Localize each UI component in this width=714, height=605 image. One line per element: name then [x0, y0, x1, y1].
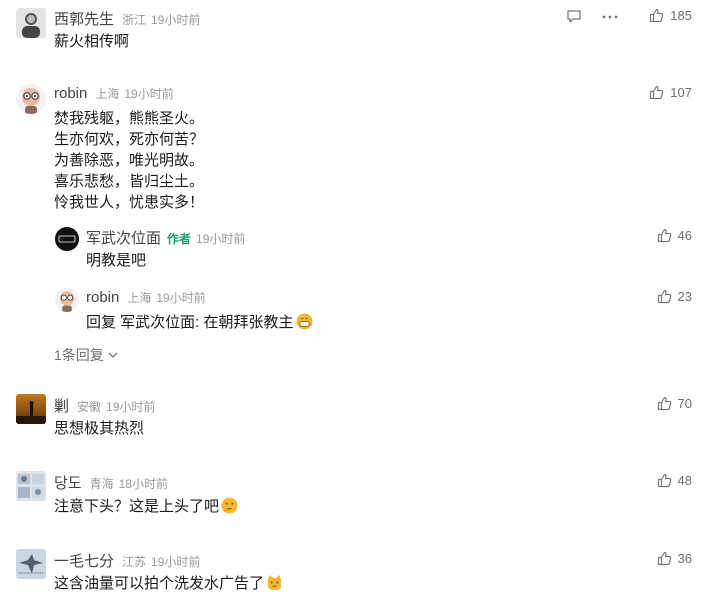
avatar[interactable]: [16, 84, 46, 114]
like-count: 36: [677, 551, 692, 566]
comment-line: 生亦何欢，死亦何苦？: [54, 131, 205, 148]
comment-text: 焚我残躯，熊熊圣火。 生亦何欢，死亦何苦？ 为善除恶，唯光明故。 喜乐悲愁，皆归…: [54, 108, 204, 213]
thumbs-up-icon: [657, 551, 671, 566]
comment-text: 薪火相传啊: [54, 33, 130, 50]
like-button[interactable]: 70: [657, 396, 692, 411]
like-button[interactable]: 36: [657, 551, 692, 566]
timestamp: 19小时前: [156, 291, 206, 305]
location: 青海: [89, 477, 114, 491]
comment-text-content: 注意下头？这是上头了吧: [54, 498, 220, 515]
expand-replies-button[interactable]: 1条回复: [54, 345, 118, 365]
thumbs-up-icon: [657, 473, 671, 488]
expand-replies-label: 1条回复: [54, 347, 104, 363]
username[interactable]: 军武次位面: [86, 227, 161, 248]
comment-line: 喜乐悲愁，皆归尘土。: [54, 173, 205, 190]
location: 安徽: [77, 400, 102, 414]
like-count: 185: [670, 8, 692, 23]
like-button[interactable]: 46: [657, 228, 692, 243]
like-count: 23: [677, 289, 692, 304]
more-options-icon[interactable]: [602, 15, 618, 19]
reply-text-content: 回复 军武次位面: 在朝拜张教主: [86, 314, 294, 331]
chevron-down-icon: [108, 352, 118, 358]
reply-text: 回复 军武次位面: 在朝拜张教主: [86, 312, 313, 333]
reply-text: 明教是吧: [86, 252, 147, 269]
thumbs-up-icon: [650, 8, 664, 23]
timestamp: 18小时前: [118, 477, 168, 491]
thumbs-up-icon: [657, 228, 671, 243]
like-count: 70: [677, 396, 692, 411]
username[interactable]: 당도: [54, 472, 82, 493]
avatar[interactable]: [16, 549, 46, 579]
like-button[interactable]: 23: [657, 289, 692, 304]
comment-text: 注意下头？这是上头了吧: [54, 496, 238, 517]
timestamp: 19小时前: [196, 232, 246, 246]
location: 浙江: [122, 13, 147, 27]
thumbs-up-icon: [657, 396, 671, 411]
username[interactable]: robin: [86, 289, 119, 306]
like-count: 48: [677, 473, 692, 488]
timestamp: 19小时前: [151, 555, 201, 569]
avatar[interactable]: [55, 288, 79, 312]
grin-emoji-icon: [295, 313, 313, 330]
timestamp: 19小时前: [151, 13, 201, 27]
comment-text: 这含油量可以拍个洗发水广告了: [54, 573, 283, 594]
reply-icon[interactable]: [566, 9, 582, 24]
comment-line: 焚我残躯，熊熊圣火。: [54, 110, 205, 127]
like-count: 46: [677, 228, 692, 243]
like-button[interactable]: 185: [649, 8, 692, 23]
comment-text: 思想极其热烈: [54, 420, 145, 437]
timestamp: 19小时前: [124, 87, 174, 101]
username[interactable]: 西郭先生: [54, 8, 114, 29]
username[interactable]: 一毛七分: [54, 550, 114, 571]
like-button[interactable]: 48: [657, 473, 692, 488]
thumbs-up-icon: [650, 85, 664, 100]
timestamp: 19小时前: [106, 400, 156, 414]
avatar[interactable]: [16, 8, 46, 38]
location: 上海: [127, 291, 152, 305]
thumbs-up-icon: [657, 289, 671, 304]
comment-line: 怜我世人，忧患实多！: [54, 194, 205, 211]
username[interactable]: 剿: [54, 395, 69, 416]
like-button[interactable]: 107: [649, 85, 692, 100]
location: 上海: [95, 87, 120, 101]
like-count: 107: [670, 85, 692, 100]
avatar[interactable]: [16, 471, 46, 501]
thinking-emoji-icon: [221, 497, 238, 514]
comment-text-content: 这含油量可以拍个洗发水广告了: [54, 575, 265, 592]
cat-emoji-icon: [267, 574, 282, 591]
avatar[interactable]: [16, 394, 46, 424]
location: 江苏: [122, 555, 147, 569]
username[interactable]: robin: [54, 85, 87, 102]
author-badge: 作者: [167, 232, 192, 246]
avatar[interactable]: [55, 227, 79, 251]
comment-line: 为善除恶，唯光明故。: [54, 152, 205, 169]
